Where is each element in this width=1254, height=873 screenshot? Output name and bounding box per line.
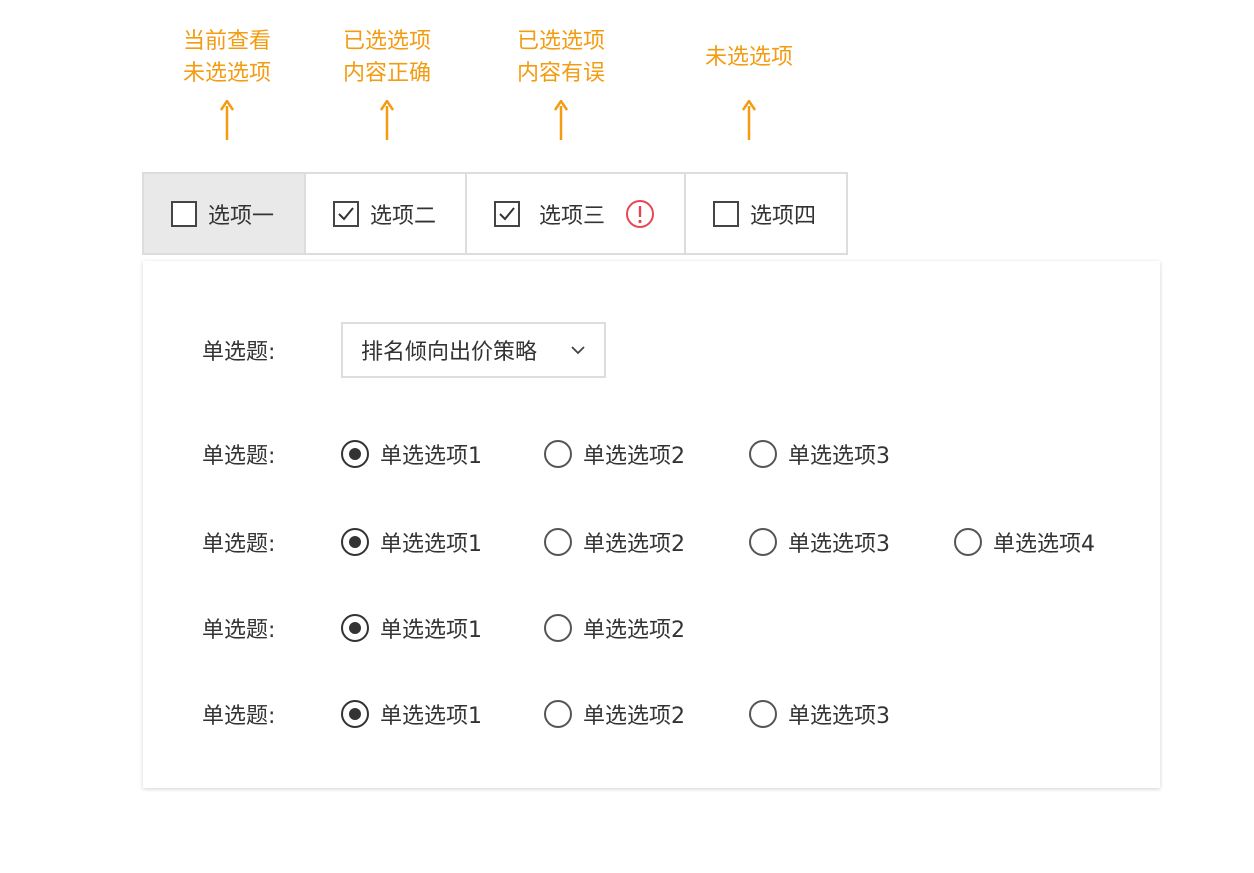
tab-option-3[interactable]: 选项三 bbox=[467, 174, 686, 253]
radio-label: 单选选项2 bbox=[583, 618, 685, 643]
annotation-line: 已选选项 bbox=[342, 29, 431, 54]
radio-option[interactable]: 单选选项2 bbox=[544, 526, 685, 558]
question-label: 单选题: bbox=[202, 618, 276, 643]
radio-checked-icon[interactable] bbox=[341, 614, 369, 642]
arrow-up-icon bbox=[742, 100, 756, 140]
arrow-up-icon bbox=[380, 100, 394, 140]
radio-unchecked-icon[interactable] bbox=[544, 528, 572, 556]
annotation-2: 已选选项 内容正确 bbox=[312, 26, 462, 140]
annotation-text: 未选选项 bbox=[705, 26, 793, 90]
question-label: 单选题: bbox=[202, 340, 276, 365]
checkmark-icon bbox=[499, 206, 515, 220]
option-tabs: 选项一 选项二 选项三 选项四 bbox=[142, 172, 848, 255]
radio-label: 单选选项2 bbox=[583, 704, 685, 729]
radio-unchecked-icon[interactable] bbox=[749, 440, 777, 468]
annotation-3: 已选选项 内容有误 bbox=[486, 26, 636, 140]
radio-label: 单选选项1 bbox=[380, 444, 482, 469]
radio-unchecked-icon[interactable] bbox=[544, 614, 572, 642]
annotation-text: 已选选项 内容有误 bbox=[517, 26, 605, 90]
tab-label: 选项一 bbox=[208, 203, 275, 229]
radio-option[interactable]: 单选选项2 bbox=[544, 438, 685, 470]
radio-unchecked-icon[interactable] bbox=[544, 440, 572, 468]
annotation-line: 未选选项 bbox=[704, 45, 793, 70]
question-label: 单选题: bbox=[202, 704, 276, 729]
question-panel: 单选题: 排名倾向出价策略 单选题: 单选选项1 单选选项2 单选选项3 单选题… bbox=[143, 261, 1160, 788]
chevron-down-icon bbox=[571, 346, 585, 355]
radio-option[interactable]: 单选选项3 bbox=[749, 438, 890, 470]
question-label: 单选题: bbox=[202, 444, 276, 469]
arrow-up-icon bbox=[220, 100, 234, 140]
radio-checked-icon[interactable] bbox=[341, 528, 369, 556]
radio-label: 单选选项3 bbox=[788, 444, 890, 469]
annotation-line: 内容正确 bbox=[342, 61, 431, 86]
radio-option[interactable]: 单选选项1 bbox=[341, 526, 482, 558]
radio-unchecked-icon[interactable] bbox=[954, 528, 982, 556]
radio-option[interactable]: 单选选项4 bbox=[954, 526, 1095, 558]
arrow-up-icon bbox=[554, 100, 568, 140]
select-value: 排名倾向出价策略 bbox=[361, 340, 538, 365]
radio-unchecked-icon[interactable] bbox=[749, 528, 777, 556]
question-label: 单选题: bbox=[202, 532, 276, 557]
radio-option[interactable]: 单选选项3 bbox=[749, 526, 890, 558]
checkbox-checked-icon[interactable] bbox=[494, 200, 520, 227]
radio-label: 单选选项1 bbox=[380, 618, 482, 643]
tab-option-2[interactable]: 选项二 bbox=[306, 174, 467, 253]
radio-label: 单选选项2 bbox=[583, 532, 685, 557]
annotation-line: 内容有误 bbox=[516, 61, 605, 86]
checkbox-checked-icon[interactable] bbox=[333, 200, 359, 227]
radio-option[interactable]: 单选选项1 bbox=[341, 438, 482, 470]
radio-unchecked-icon[interactable] bbox=[749, 700, 777, 728]
warning-icon bbox=[625, 199, 655, 229]
tab-label: 选项二 bbox=[370, 203, 437, 229]
tab-label: 选项三 bbox=[539, 203, 606, 229]
radio-option[interactable]: 单选选项2 bbox=[544, 612, 685, 644]
annotation-line: 当前查看 bbox=[182, 29, 271, 54]
annotation-text: 已选选项 内容正确 bbox=[343, 26, 431, 90]
tab-option-1[interactable]: 选项一 bbox=[144, 174, 306, 253]
annotation-line: 已选选项 bbox=[516, 29, 605, 54]
radio-checked-icon[interactable] bbox=[341, 440, 369, 468]
radio-option[interactable]: 单选选项1 bbox=[341, 698, 482, 730]
strategy-select[interactable]: 排名倾向出价策略 bbox=[341, 322, 606, 378]
tab-label: 选项四 bbox=[750, 203, 817, 229]
radio-label: 单选选项1 bbox=[380, 704, 482, 729]
annotation-text: 当前查看 未选选项 bbox=[183, 26, 271, 90]
radio-label: 单选选项4 bbox=[993, 532, 1095, 557]
checkbox-unchecked-icon[interactable] bbox=[171, 200, 197, 227]
radio-option[interactable]: 单选选项1 bbox=[341, 612, 482, 644]
checkmark-icon bbox=[338, 206, 354, 220]
radio-label: 单选选项3 bbox=[788, 704, 890, 729]
annotation-4: 未选选项 bbox=[674, 26, 824, 140]
radio-unchecked-icon[interactable] bbox=[544, 700, 572, 728]
radio-label: 单选选项2 bbox=[583, 444, 685, 469]
radio-checked-icon[interactable] bbox=[341, 700, 369, 728]
annotation-1: 当前查看 未选选项 bbox=[152, 26, 302, 140]
radio-label: 单选选项3 bbox=[788, 532, 890, 557]
annotation-line: 未选选项 bbox=[182, 61, 271, 86]
tab-option-4[interactable]: 选项四 bbox=[686, 174, 846, 253]
checkbox-unchecked-icon[interactable] bbox=[713, 200, 739, 227]
radio-option[interactable]: 单选选项3 bbox=[749, 698, 890, 730]
radio-label: 单选选项1 bbox=[380, 532, 482, 557]
radio-option[interactable]: 单选选项2 bbox=[544, 698, 685, 730]
